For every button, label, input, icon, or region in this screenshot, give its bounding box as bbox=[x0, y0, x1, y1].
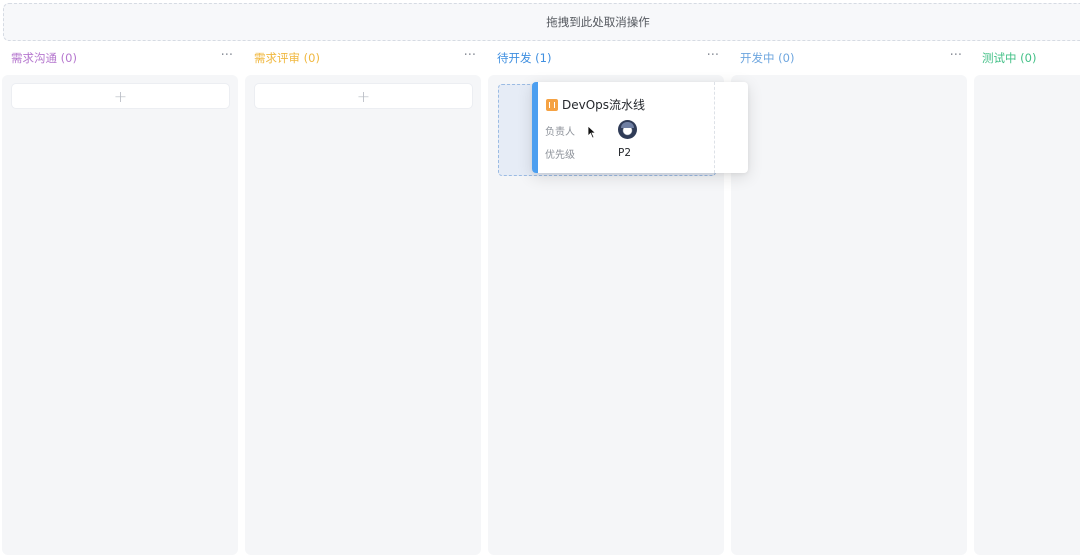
more-icon[interactable]: ··· bbox=[703, 49, 723, 65]
priority-label: 优先级 bbox=[545, 150, 575, 161]
requirement-icon bbox=[546, 98, 558, 111]
card-divider bbox=[714, 82, 715, 173]
column-body-testing bbox=[974, 75, 1080, 555]
priority-value[interactable]: P2 bbox=[618, 147, 631, 159]
owner-label: 负责人 bbox=[545, 127, 575, 138]
column-title: 需求评审 (0) bbox=[254, 51, 320, 65]
card-accent-bar bbox=[532, 82, 538, 173]
column-body-requirement-communication: + bbox=[2, 75, 238, 555]
column-header-to-develop: 待开发 (1) ··· bbox=[497, 49, 723, 66]
more-icon[interactable]: ··· bbox=[460, 49, 480, 65]
column-title: 开发中 (0) bbox=[740, 51, 795, 65]
column-header-requirement-review: 需求评审 (0) ··· bbox=[254, 49, 480, 66]
column-header-requirement-communication: 需求沟通 (0) ··· bbox=[11, 49, 237, 66]
column-title: 待开发 (1) bbox=[497, 51, 552, 65]
column-header-testing: 测试中 (0) bbox=[982, 50, 1080, 66]
column-body-requirement-review: + bbox=[245, 75, 481, 555]
avatar[interactable] bbox=[618, 120, 637, 139]
card-title[interactable]: DevOps流水线 bbox=[546, 96, 645, 113]
column-title: 测试中 (0) bbox=[982, 51, 1037, 65]
more-icon[interactable]: ··· bbox=[217, 49, 237, 65]
card-title-text: DevOps流水线 bbox=[562, 98, 646, 112]
add-card-button[interactable]: + bbox=[12, 84, 229, 108]
mouse-cursor-icon bbox=[587, 125, 597, 139]
add-card-button[interactable]: + bbox=[255, 84, 472, 108]
more-icon[interactable]: ··· bbox=[946, 49, 966, 65]
cancel-drop-zone[interactable]: 拖拽到此处取消操作 bbox=[3, 3, 1080, 41]
column-header-in-development: 开发中 (0) ··· bbox=[740, 49, 966, 66]
column-body-in-development bbox=[731, 75, 967, 555]
column-title: 需求沟通 (0) bbox=[11, 51, 77, 65]
dragged-work-item-card[interactable]: DevOps流水线 负责人 优先级 P2 bbox=[532, 82, 748, 173]
cancel-drop-text: 拖拽到此处取消操作 bbox=[546, 15, 650, 29]
